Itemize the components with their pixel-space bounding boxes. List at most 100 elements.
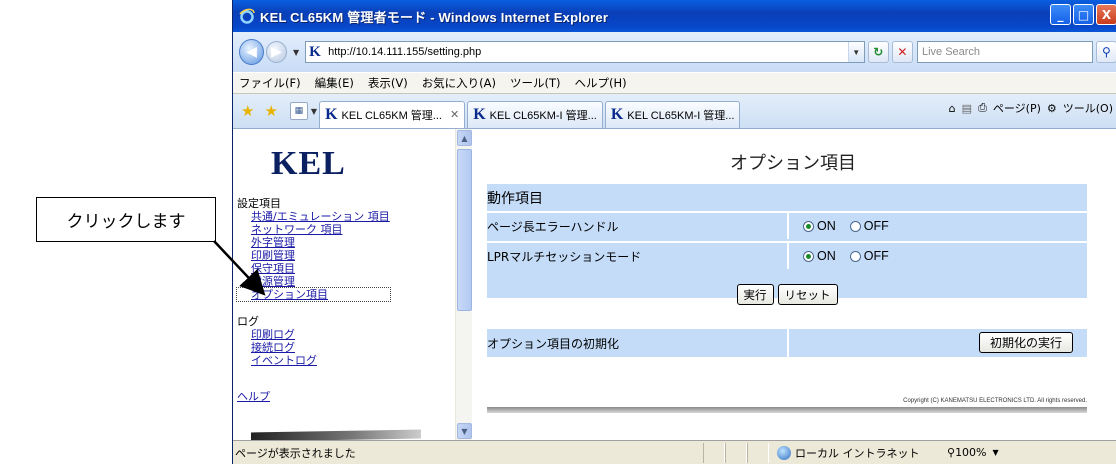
search-icon[interactable]: ⚲ — [1095, 41, 1116, 63]
radio-on-label: ON — [817, 249, 836, 263]
address-bar[interactable]: K http://10.14.111.155/setting.php ▼ — [305, 41, 865, 63]
window-title: KEL CL65KM 管理者モード - Windows Internet Exp… — [260, 9, 609, 25]
section-header: 動作項目 — [487, 184, 1087, 211]
zoom-icon: ⚲ — [947, 446, 956, 459]
zoom-control[interactable]: ⚲ 100% ▼ — [947, 446, 999, 459]
tools-gear-icon[interactable]: ⚙ — [1047, 102, 1057, 115]
menu-tools[interactable]: ツール(T) — [503, 75, 568, 91]
setting-label: LPRマルチセッションモード — [487, 243, 789, 269]
radio-on-icon[interactable] — [803, 220, 814, 232]
initialize-button[interactable]: 初期化の実行 — [978, 332, 1073, 353]
scroll-thumb[interactable] — [457, 149, 472, 311]
tab-list-dropdown-icon[interactable]: ▼ — [311, 107, 317, 116]
kel-logo: KEL — [271, 145, 346, 182]
tab-kel-cl65km-i-1[interactable]: K KEL CL65KM-I 管理... — [467, 100, 603, 128]
nav-link-power[interactable]: 電源管理 — [237, 275, 390, 288]
quick-tabs-icon[interactable]: ▦ — [289, 102, 308, 120]
back-button[interactable]: ◀ — [239, 39, 264, 65]
browser-window: KEL CL65KM 管理者モード - Windows Internet Exp… — [232, 0, 1116, 464]
tab-kel-cl65km-i-2[interactable]: K KEL CL65KM-I 管理... — [604, 100, 741, 128]
nav-link-maintenance[interactable]: 保守項目 — [237, 262, 390, 275]
menu-edit[interactable]: 編集(E) — [308, 75, 361, 91]
nav-link-external-chars[interactable]: 外字管理 — [237, 236, 390, 249]
operation-settings-panel: 動作項目 ページ長エラーハンドル ON OFF LPRマルチセッションモード O… — [487, 184, 1087, 298]
screenshot-stage: クリックします KEL CL65KM 管理者モード - Windows Inte… — [0, 0, 1116, 464]
title-bar[interactable]: KEL CL65KM 管理者モード - Windows Internet Exp… — [233, 0, 1116, 32]
url-text[interactable]: http://10.14.111.155/setting.php — [328, 46, 848, 58]
forward-button[interactable]: ▶ — [265, 41, 288, 63]
status-text: ページが表示されました — [235, 446, 356, 460]
radio-on[interactable]: ON — [795, 249, 836, 263]
zone-label: ローカル イントラネット — [795, 446, 920, 460]
minimize-button[interactable]: _ — [1050, 4, 1071, 25]
search-input[interactable]: Live Search — [916, 41, 1093, 63]
page-menu[interactable]: ページ(P) — [993, 100, 1041, 116]
log-heading: ログ — [237, 315, 259, 328]
status-bar: ページが表示されました ローカル イントラネット ⚲ 100% ▼ — [233, 440, 1116, 464]
ie-icon — [239, 8, 255, 24]
page-title: オプション項目 — [730, 153, 856, 174]
favorites-star-icon[interactable]: ★ — [241, 102, 254, 120]
scroll-up-icon[interactable]: ▲ — [457, 130, 472, 146]
tab-favicon-icon: K — [325, 105, 338, 123]
nav-frame: KEL 設定項目 共通/エミュレーション 項目 ネットワーク 項目 外字管理 印… — [233, 129, 455, 440]
stop-button[interactable]: ✕ — [891, 41, 913, 63]
nav-scrollbar[interactable]: ▲ ▼ — [455, 129, 472, 440]
history-dropdown-icon[interactable]: ▼ — [293, 48, 299, 57]
nav-link-print[interactable]: 印刷管理 — [237, 249, 390, 262]
status-cell — [725, 442, 747, 463]
nav-link-network[interactable]: ネットワーク 項目 — [237, 223, 390, 236]
tab-close-icon[interactable]: ✕ — [450, 108, 459, 121]
zoom-dropdown-icon[interactable]: ▼ — [993, 448, 999, 457]
reset-button[interactable]: リセット — [777, 284, 838, 305]
status-cell — [703, 442, 725, 463]
tab-favicon-icon: K — [473, 105, 486, 123]
tab-label: KEL CL65KM-I 管理... — [489, 109, 597, 122]
radio-off-icon[interactable] — [849, 220, 861, 232]
setting-row-page-length: ページ長エラーハンドル ON OFF — [487, 211, 1087, 239]
callout-text: クリックします — [66, 212, 186, 232]
search-placeholder: Live Search — [921, 46, 981, 58]
setting-label: ページ長エラーハンドル — [487, 213, 789, 239]
address-dropdown-icon[interactable]: ▼ — [847, 42, 864, 62]
zoom-level: 100% — [955, 446, 987, 459]
menu-view[interactable]: 表示(V) — [361, 75, 415, 91]
menu-help[interactable]: ヘルプ(H) — [568, 75, 634, 91]
footer-divider — [487, 407, 1087, 413]
close-button[interactable]: X — [1096, 4, 1116, 25]
nav-link-print-log[interactable]: 印刷ログ — [237, 328, 390, 341]
nav-link-event-log[interactable]: イベントログ — [237, 354, 390, 367]
scroll-down-icon[interactable]: ▼ — [457, 423, 472, 439]
security-zone[interactable]: ローカル イントラネット — [777, 445, 937, 461]
radio-off[interactable]: OFF — [842, 249, 889, 263]
radio-on-icon[interactable] — [803, 250, 814, 262]
add-favorite-icon[interactable]: ★ — [264, 102, 277, 120]
nav-link-options[interactable]: オプション項目 — [236, 287, 391, 302]
intranet-globe-icon — [777, 445, 791, 460]
tab-kel-cl65km[interactable]: K KEL CL65KM 管理... ✕ — [319, 100, 466, 128]
main-frame: オプション項目 動作項目 ページ長エラーハンドル ON OFF LPRマルチセッ… — [473, 129, 1116, 440]
status-cell — [747, 442, 769, 463]
home-icon[interactable]: ⌂ — [949, 102, 956, 115]
print-icon[interactable]: ⎙ — [978, 101, 987, 115]
menu-file[interactable]: ファイル(F) — [233, 75, 308, 91]
maximize-button[interactable]: □ — [1073, 4, 1094, 25]
initialize-label: オプション項目の初期化 — [487, 329, 789, 357]
nav-link-help[interactable]: ヘルプ — [237, 388, 270, 404]
radio-on-label: ON — [817, 219, 836, 233]
nav-link-connection-log[interactable]: 接続ログ — [237, 341, 390, 354]
feeds-icon[interactable]: ▤ — [962, 102, 972, 115]
form-buttons: 実行 リセット — [487, 284, 1087, 305]
initialize-panel: オプション項目の初期化 初期化の実行 — [487, 329, 1087, 357]
tab-bar: ★ ★ ▦ ▼ K KEL CL65KM 管理... ✕ K KEL CL65K… — [233, 94, 1116, 129]
settings-nav: 設定項目 共通/エミュレーション 項目 ネットワーク 項目 外字管理 印刷管理 … — [236, 197, 391, 367]
execute-button[interactable]: 実行 — [736, 284, 774, 305]
refresh-button[interactable]: ↻ — [867, 41, 889, 63]
radio-on[interactable]: ON — [795, 219, 836, 233]
radio-off-label: OFF — [863, 219, 889, 233]
radio-off-icon[interactable] — [849, 250, 861, 262]
nav-link-common[interactable]: 共通/エミュレーション 項目 — [237, 210, 390, 223]
menu-favorites[interactable]: お気に入り(A) — [415, 75, 503, 91]
radio-off[interactable]: OFF — [842, 219, 889, 233]
tools-menu[interactable]: ツール(O) — [1063, 100, 1113, 116]
